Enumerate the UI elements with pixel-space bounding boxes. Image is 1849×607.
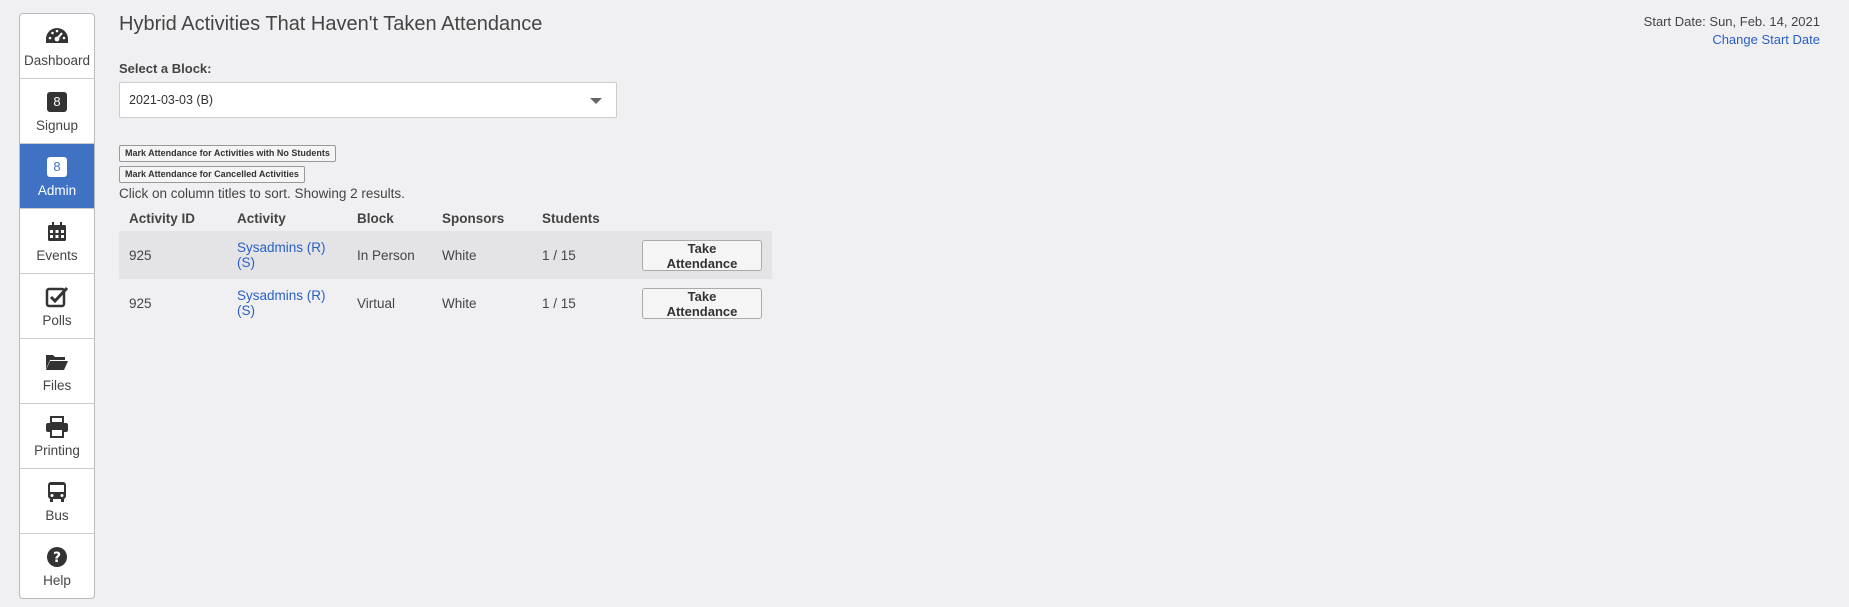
activity-id-cell: 925 — [129, 295, 152, 311]
sidebar-item-label: Bus — [45, 507, 69, 523]
activity-id-cell: 925 — [119, 231, 227, 279]
sidebar-item-label: Dashboard — [23, 52, 91, 68]
sidebar-item-label: Files — [42, 377, 72, 393]
block-select[interactable]: 2021-03-03 (B) — [119, 82, 617, 118]
column-header-sponsors[interactable]: Sponsors — [432, 206, 532, 231]
activity-link[interactable]: Sysadmins (R) (S) — [237, 240, 326, 270]
sponsors-cell: White — [442, 295, 477, 311]
change-start-date-link[interactable]: Change Start Date — [1644, 31, 1820, 49]
sidebar-item-label: Printing — [34, 442, 80, 458]
printer-icon — [45, 415, 69, 439]
sidebar-item-events[interactable]: Events — [20, 209, 94, 274]
dashboard-icon — [44, 25, 70, 49]
column-header-activity[interactable]: Activity — [227, 206, 347, 231]
column-header-action — [632, 206, 772, 231]
sidebar-item-label: Admin — [37, 182, 77, 198]
bus-icon — [47, 480, 67, 504]
folder-icon — [45, 350, 69, 374]
sidebar-item-files[interactable]: Files — [20, 339, 94, 404]
activity-link[interactable]: Sysadmins (R) (S) — [237, 288, 326, 318]
signup-count-badge: 8 — [47, 91, 67, 112]
sidebar-item-polls[interactable]: Polls — [20, 274, 94, 339]
block-select-label: Select a Block: — [119, 61, 212, 76]
block-cell: Virtual — [357, 295, 396, 311]
checkbox-icon — [45, 285, 69, 309]
block-select-value: 2021-03-03 (B) — [129, 93, 214, 107]
take-attendance-button[interactable]: Take Attendance — [642, 239, 762, 271]
activities-table: Activity ID Activity Block Sponsors Stud… — [119, 206, 772, 327]
sidebar-item-bus[interactable]: Bus — [20, 469, 94, 534]
svg-text:?: ? — [53, 550, 61, 566]
column-header-block[interactable]: Block — [347, 206, 432, 231]
students-cell: 1 / 15 — [532, 231, 632, 279]
sidebar-item-printing[interactable]: Printing — [20, 404, 94, 469]
mark-cancelled-button[interactable]: Mark Attendance for Cancelled Activities — [119, 166, 305, 183]
sidebar-item-dashboard[interactable]: Dashboard — [20, 14, 94, 79]
chevron-down-icon — [590, 98, 602, 104]
sponsors-cell: White — [432, 231, 532, 279]
table-row: 925 Sysadmins (R) (S) Virtual White 1 / … — [119, 279, 772, 327]
page-title: Hybrid Activities That Haven't Taken Att… — [119, 13, 543, 35]
start-date-text: Start Date: Sun, Feb. 14, 2021 — [1643, 14, 1820, 29]
column-header-activity-id[interactable]: Activity ID — [119, 206, 227, 231]
help-icon: ? — [46, 545, 68, 569]
start-date-panel: Start Date: Sun, Feb. 14, 2021 Change St… — [1644, 13, 1820, 49]
sidebar-nav: Dashboard 8 Signup 8 Admin Events Polls … — [19, 13, 95, 599]
block-cell: In Person — [347, 231, 432, 279]
sidebar-item-signup[interactable]: 8 Signup — [20, 79, 94, 144]
sidebar-item-label: Signup — [35, 117, 79, 133]
sidebar-item-help[interactable]: ? Help — [20, 534, 94, 598]
sidebar-item-label: Events — [36, 247, 78, 263]
table-row: 925 Sysadmins (R) (S) In Person White 1 … — [119, 231, 772, 279]
table-header-row: Activity ID Activity Block Sponsors Stud… — [119, 206, 772, 231]
calendar-icon — [46, 220, 68, 244]
column-header-students[interactable]: Students — [532, 206, 632, 231]
sidebar-item-label: Help — [43, 572, 71, 588]
students-cell: 1 / 15 — [542, 295, 576, 311]
sidebar-item-admin[interactable]: 8 Admin — [20, 144, 94, 209]
admin-count-badge: 8 — [47, 156, 67, 177]
results-note: Click on column titles to sort. Showing … — [119, 186, 405, 201]
mark-no-students-button[interactable]: Mark Attendance for Activities with No S… — [119, 145, 336, 162]
take-attendance-button[interactable]: Take Attendance — [642, 287, 762, 319]
sidebar-item-label: Polls — [42, 312, 72, 328]
